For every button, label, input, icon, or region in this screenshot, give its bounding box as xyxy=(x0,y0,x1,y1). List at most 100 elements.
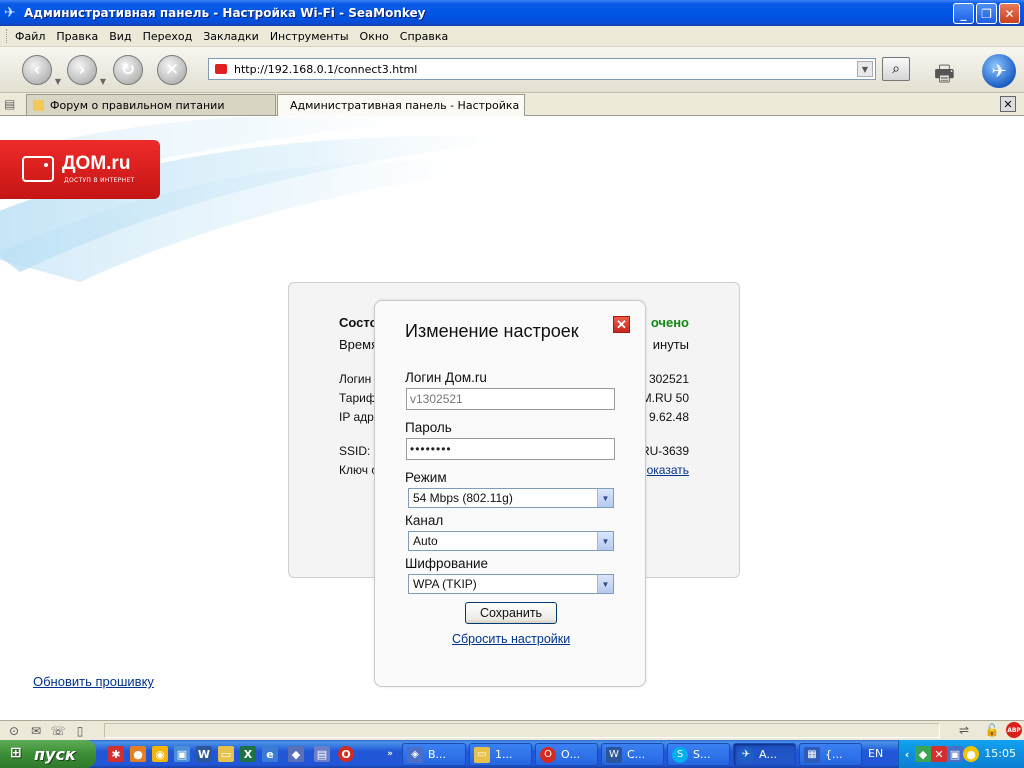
folder-icon[interactable]: ▭ xyxy=(218,746,234,762)
arrow-left-icon: ‹ xyxy=(33,60,41,80)
chevron-down-icon[interactable]: ▼ xyxy=(597,489,613,507)
tray-app-icon[interactable]: ✕ xyxy=(931,746,947,762)
forward-button[interactable]: › ▼ xyxy=(67,55,106,86)
start-button[interactable]: ⊞ пуск xyxy=(0,740,96,768)
taskbar-button[interactable]: O О... xyxy=(535,743,598,766)
tray-app-icon[interactable]: ● xyxy=(963,746,979,762)
chevron-down-icon[interactable]: ▼ xyxy=(597,575,613,593)
print-button[interactable]: 🖶 xyxy=(934,57,970,87)
menu-file[interactable]: Файл xyxy=(15,30,45,43)
quicklaunch-app-icon[interactable]: ✱ xyxy=(108,746,124,762)
channel-select-value: Auto xyxy=(413,534,438,548)
modal-close-button[interactable]: ✕ xyxy=(613,316,630,333)
ip-value: 9.62.48 xyxy=(648,410,689,424)
system-tray: ‹ ◆ ✕ ▣ ● 15:05 xyxy=(898,740,1024,768)
mail-icon[interactable]: ✉ xyxy=(28,724,44,738)
close-icon: ✕ xyxy=(1003,97,1013,111)
channel-select[interactable]: Auto ▼ xyxy=(408,531,614,551)
folder-icon: ▭ xyxy=(474,746,490,763)
close-tab-button[interactable]: ✕ xyxy=(1000,96,1016,112)
tray-app-icon[interactable]: ◆ xyxy=(915,746,931,762)
minimize-button[interactable]: _ xyxy=(953,3,974,24)
login-label: Логин xyxy=(339,372,372,386)
address-bar[interactable]: http://192.168.0.1/connect3.html ▼ xyxy=(208,58,876,80)
taskbar-button[interactable]: ▭ 1... xyxy=(469,743,532,766)
app-icon: ◈ xyxy=(407,746,423,763)
show-key-link[interactable]: оказать xyxy=(647,463,689,477)
tab-forum[interactable]: Форум о правильном питании xyxy=(26,94,276,115)
windows-taskbar: ⊞ пуск ✱ ● ◉ ▣ W ▭ X e ◆ ▤ O » ◈ В... ▭ … xyxy=(0,740,1024,768)
menu-bar: Файл Правка Вид Переход Закладки Инструм… xyxy=(0,26,1024,47)
taskbar-button-label: С... xyxy=(627,748,646,761)
reset-settings-link[interactable]: Сбросить настройки xyxy=(452,632,570,646)
login-value: 302521 xyxy=(648,372,689,386)
taskbar-button[interactable]: W С... xyxy=(601,743,664,766)
ie-icon[interactable]: e xyxy=(262,746,278,762)
adblock-plus-icon[interactable]: ABP xyxy=(1006,722,1022,738)
update-firmware-link[interactable]: Обновить прошивку xyxy=(33,674,154,689)
taskbar-button-label: 1... xyxy=(495,748,513,761)
logo-tagline: ДОСТУП В ИНТЕРНЕТ xyxy=(64,177,135,184)
chevron-down-icon[interactable]: ▼ xyxy=(100,77,106,86)
security-lock-icon[interactable]: 🔓 xyxy=(984,723,1000,737)
key-label: Ключ с xyxy=(339,463,378,477)
search-button[interactable]: ⌕ xyxy=(882,57,910,81)
login-field[interactable]: v1302521 xyxy=(406,388,615,410)
menu-help[interactable]: Справка xyxy=(400,30,448,43)
navigator-icon[interactable]: ⊙ xyxy=(6,724,22,738)
menu-window[interactable]: Окно xyxy=(360,30,389,43)
tab-bar: ▤ Форум о правильном питании Администрат… xyxy=(0,93,1024,116)
printer-icon: 🖶 xyxy=(934,62,955,87)
menu-go[interactable]: Переход xyxy=(143,30,193,43)
opera-icon[interactable]: O xyxy=(338,746,354,762)
chat-icon[interactable]: ☏ xyxy=(50,724,66,738)
back-button[interactable]: ‹ ▼ xyxy=(22,55,61,86)
window-titlebar[interactable]: ✈ Административная панель - Настройка Wi… xyxy=(0,0,1024,26)
url-text[interactable]: http://192.168.0.1/connect3.html xyxy=(234,63,857,76)
seamonkey-throbber-icon[interactable]: ✈ xyxy=(982,54,1016,88)
taskbar-button-label: {... xyxy=(825,748,843,761)
taskbar-button[interactable]: ▦ {... xyxy=(799,743,862,766)
save-button[interactable]: Сохранить xyxy=(465,602,557,624)
encryption-select[interactable]: WPA (TKIP) ▼ xyxy=(408,574,614,594)
maximize-button[interactable]: ❐ xyxy=(976,3,997,24)
status-indicators: ⇌ 🔓 ABP xyxy=(950,722,1022,738)
forum-favicon-icon xyxy=(33,99,44,111)
opera-icon: O xyxy=(540,746,556,763)
login-field-label: Логин Дом.ru xyxy=(405,370,487,385)
url-history-dropdown-icon[interactable]: ▼ xyxy=(857,61,873,77)
excel-icon[interactable]: X xyxy=(240,746,256,762)
word-icon[interactable]: W xyxy=(196,746,212,762)
quicklaunch-expand-icon[interactable]: » xyxy=(382,746,398,762)
menu-bookmarks[interactable]: Закладки xyxy=(203,30,259,43)
close-icon: ✕ xyxy=(616,316,627,332)
menu-edit[interactable]: Правка xyxy=(56,30,98,43)
connection-icon[interactable]: ⇌ xyxy=(956,723,972,737)
menu-view[interactable]: Вид xyxy=(109,30,131,43)
password-field[interactable]: •••••••• xyxy=(406,438,615,460)
skype-icon: S xyxy=(672,746,688,763)
reload-button[interactable]: ↻ xyxy=(113,55,143,85)
tray-expand-icon[interactable]: ‹ xyxy=(899,746,915,762)
quicklaunch-app-icon[interactable]: ◉ xyxy=(152,746,168,762)
mode-select[interactable]: 54 Mbps (802.11g) ▼ xyxy=(408,488,614,508)
menu-tools[interactable]: Инструменты xyxy=(270,30,349,43)
new-tab-icon[interactable]: ▤ xyxy=(4,97,20,111)
quicklaunch-app-icon[interactable]: ▤ xyxy=(314,746,330,762)
stop-button[interactable]: ✕ xyxy=(157,55,187,85)
language-indicator[interactable]: EN xyxy=(868,747,883,760)
tab-admin-panel[interactable]: Административная панель - Настройка ... xyxy=(277,94,525,116)
password-field-value: •••••••• xyxy=(410,442,452,456)
taskbar-button[interactable]: ◈ В... xyxy=(402,743,466,766)
tray-network-icon[interactable]: ▣ xyxy=(947,746,963,762)
quicklaunch-app-icon[interactable]: ▣ xyxy=(174,746,190,762)
taskbar-button-seamonkey[interactable]: ✈ А... xyxy=(733,743,796,766)
composer-icon[interactable]: ▯ xyxy=(72,724,88,738)
quicklaunch-app-icon[interactable]: ◆ xyxy=(288,746,304,762)
site-favicon-icon xyxy=(215,64,227,74)
chevron-down-icon[interactable]: ▼ xyxy=(55,77,61,86)
chevron-down-icon[interactable]: ▼ xyxy=(597,532,613,550)
taskbar-button[interactable]: S S... xyxy=(667,743,730,766)
firefox-icon[interactable]: ● xyxy=(130,746,146,762)
close-window-button[interactable]: ✕ xyxy=(999,3,1020,24)
